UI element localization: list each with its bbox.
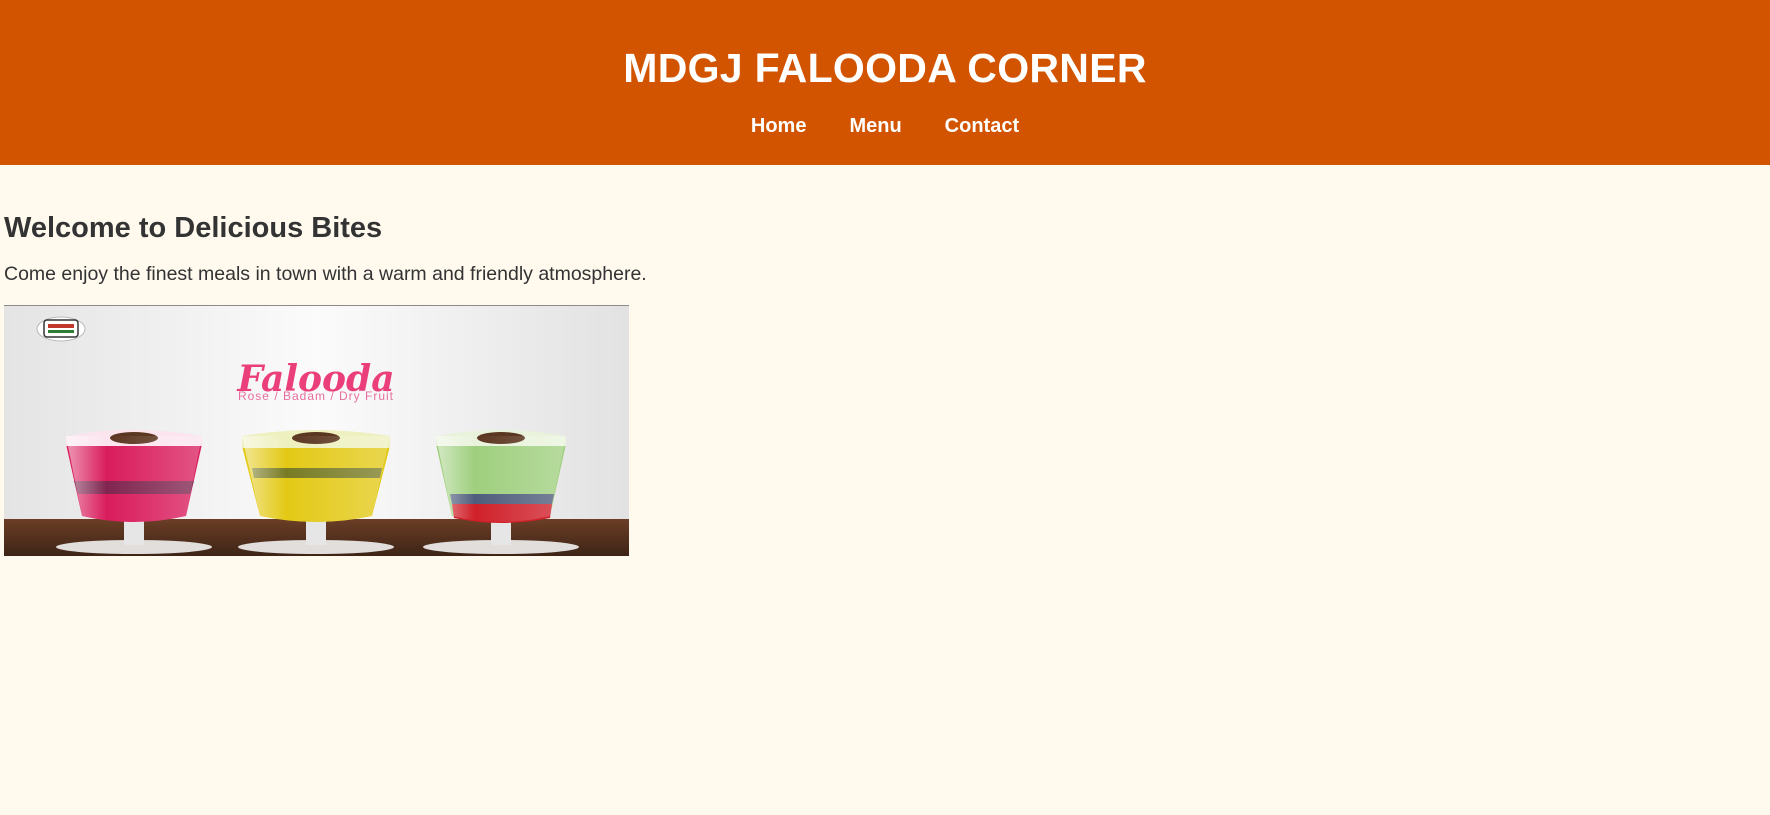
site-title: MDGJ FALOODA CORNER: [623, 45, 1147, 91]
nav-menu-link[interactable]: Menu: [849, 114, 901, 138]
site-header: MDGJ FALOODA CORNER Home Menu Contact: [0, 0, 1770, 165]
brand-logo-icon: [36, 316, 86, 342]
hero-subtitle: Rose / Badam / Dry Fruit: [238, 389, 394, 403]
falooda-hero-image: Falooda Rose / Badam / Dry Fruit: [4, 305, 629, 556]
main-content: Welcome to Delicious Bites Come enjoy th…: [0, 165, 1770, 556]
intro-text: Come enjoy the finest meals in town with…: [4, 263, 647, 285]
welcome-heading: Welcome to Delicious Bites: [4, 212, 383, 244]
main-nav: Home Menu Contact: [0, 114, 1770, 138]
nav-home-link[interactable]: Home: [751, 114, 807, 138]
nav-contact-link[interactable]: Contact: [945, 114, 1019, 138]
